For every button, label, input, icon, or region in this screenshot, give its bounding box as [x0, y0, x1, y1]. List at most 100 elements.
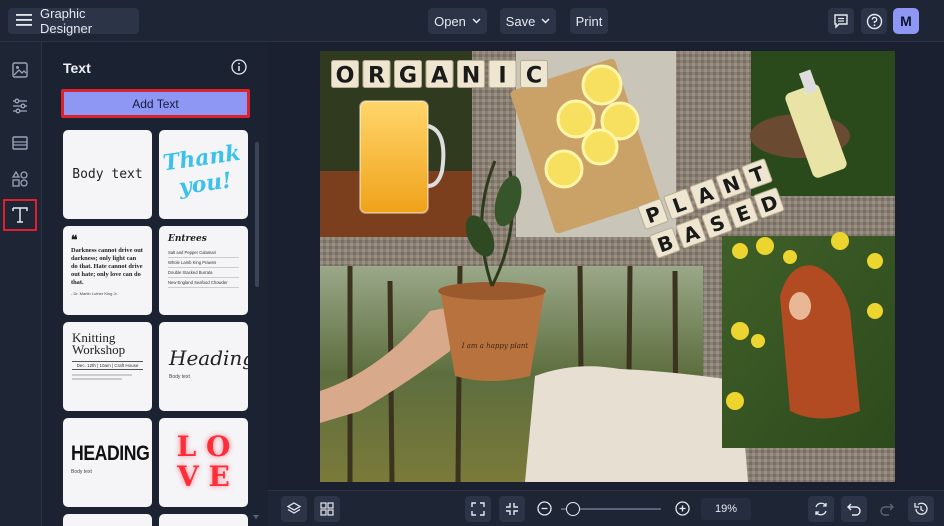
text-tool-button[interactable] [3, 199, 37, 231]
undo-icon [847, 503, 861, 516]
save-label: Save [505, 13, 536, 29]
avatar[interactable]: M [893, 8, 919, 34]
template-thank-you[interactable]: Thank you! [159, 130, 248, 219]
moodboard-collage: I am a happy plant ORGANIC PLANT BASED [320, 51, 895, 482]
entree-item: Whole Lamb King Prawns [168, 258, 239, 268]
entree-item: New England Seafood Chowder [168, 278, 239, 288]
template-entrees[interactable]: Entrees Salt and Pepper Calamari Whole La… [159, 226, 248, 315]
shrink-button[interactable] [499, 496, 525, 522]
open-button[interactable]: Open [428, 8, 487, 34]
grid-button[interactable] [314, 496, 340, 522]
chevron-down-icon [472, 18, 481, 24]
text-panel: Text Add Text Body text Thank you! ❝ Dar… [42, 42, 268, 526]
entree-item: Double Stacked Burrata [168, 268, 239, 278]
plus-circle-icon [675, 501, 690, 516]
info-button[interactable] [231, 59, 247, 80]
zoom-in-button[interactable] [675, 501, 690, 521]
tool-rail [0, 42, 42, 526]
save-button[interactable]: Save [500, 8, 556, 34]
layout-tool-button[interactable] [3, 127, 37, 159]
template-knitting-workshop[interactable]: Knitting Workshop Dec. 12th | 10am | Cra… [63, 322, 152, 411]
shapes-icon [11, 170, 28, 187]
zoom-value[interactable]: 19% [701, 498, 751, 520]
template-partial[interactable] [63, 514, 152, 526]
help-button[interactable] [861, 8, 887, 34]
letter-tile: I [488, 60, 517, 89]
minus-circle-icon [537, 501, 552, 516]
image-icon [12, 62, 28, 78]
entree-item-name: Double Stacked Burrata [168, 270, 213, 275]
panel-title: Text [63, 60, 91, 76]
knitting-placeholder-line [72, 374, 132, 376]
letter-tile: R [362, 60, 391, 89]
letter-tile: A [425, 60, 454, 89]
fit-to-screen-button[interactable] [465, 496, 491, 522]
history-button[interactable] [908, 496, 934, 522]
collapse-icon [506, 503, 518, 515]
organic-tiles: ORGANIC [331, 60, 548, 89]
zoom-slider-thumb[interactable] [566, 502, 581, 516]
text-icon [12, 207, 28, 223]
entree-item-name: Whole Lamb King Prawns [168, 260, 217, 265]
comments-button[interactable] [828, 8, 854, 34]
letter-tile-char: R [368, 63, 385, 89]
info-icon [231, 59, 247, 75]
letter-tile: N [457, 60, 485, 89]
zoom-out-button[interactable] [537, 501, 552, 521]
layers-button[interactable] [281, 496, 307, 522]
letter-tile-char: I [498, 63, 506, 89]
sync-icon [815, 502, 827, 516]
open-label: Open [434, 13, 466, 29]
knitting-title-2: Workshop [72, 342, 126, 357]
entrees-list: Salt and Pepper Calamari Whole Lamb King … [168, 248, 239, 288]
quote-text: Darkness cannot drive out darkness; only… [71, 247, 143, 286]
expand-icon [471, 502, 485, 516]
hamburger-icon [16, 13, 32, 30]
template-partial[interactable] [159, 514, 248, 526]
heading-bold-sub: Body text [71, 469, 92, 475]
adjust-tool-button[interactable] [3, 90, 37, 122]
comment-icon [834, 14, 848, 29]
letter-tile-char: O [336, 63, 355, 89]
template-body-text[interactable]: Body text [63, 130, 152, 219]
help-icon [866, 13, 882, 29]
artboard[interactable]: I am a happy plant ORGANIC PLANT BASED [320, 51, 895, 482]
knitting-details: Dec. 12th | 10am | Craft House [72, 361, 143, 370]
layout-icon [12, 136, 28, 150]
letter-tile-char: A [431, 63, 449, 89]
letter-tile: C [520, 60, 548, 89]
entree-item-name: Salt and Pepper Calamari [168, 250, 216, 255]
heading-script-sub: Body text [169, 374, 190, 380]
print-button[interactable]: Print [570, 8, 608, 34]
zoom-slider[interactable] [561, 502, 661, 516]
panel-scrollbar[interactable] [255, 142, 259, 287]
print-label: Print [575, 13, 603, 29]
letter-tile: O [331, 60, 359, 89]
scroll-down-arrow-icon[interactable] [253, 514, 259, 520]
app-menu-button[interactable]: Graphic Designer [8, 6, 139, 36]
redo-button[interactable] [874, 496, 900, 522]
entree-item: Salt and Pepper Calamari [168, 248, 239, 258]
template-love[interactable]: L O V E [159, 418, 248, 507]
undo-button[interactable] [841, 496, 867, 522]
add-text-button[interactable]: Add Text [61, 89, 250, 118]
template-quote[interactable]: ❝ Darkness cannot drive out darkness; on… [63, 226, 152, 315]
refresh-button[interactable] [808, 496, 834, 522]
history-icon [914, 502, 928, 515]
entrees-title: Entrees [168, 234, 207, 244]
photos-tool-button[interactable] [3, 54, 37, 86]
template-heading-script[interactable]: Heading Body text [159, 322, 248, 411]
app-title: Graphic Designer [40, 6, 93, 36]
quote-mark-icon: ❝ [71, 233, 78, 247]
template-thank-you-art: Thank you! [159, 139, 248, 203]
chevron-down-icon [541, 18, 550, 24]
love-line-1: L O [176, 430, 231, 463]
pot-text: I am a happy plant [461, 342, 529, 350]
quote-author: - Dr. Martin Luther King Jr. [71, 291, 118, 296]
graphics-tool-button[interactable] [3, 163, 37, 195]
template-body-text-label: Body text [72, 167, 143, 182]
letter-tile-char: N [462, 63, 481, 89]
heading-script: Heading [169, 346, 248, 370]
letter-tile-char: C [526, 63, 542, 89]
template-heading-bold[interactable]: HEADING Body text [63, 418, 152, 507]
